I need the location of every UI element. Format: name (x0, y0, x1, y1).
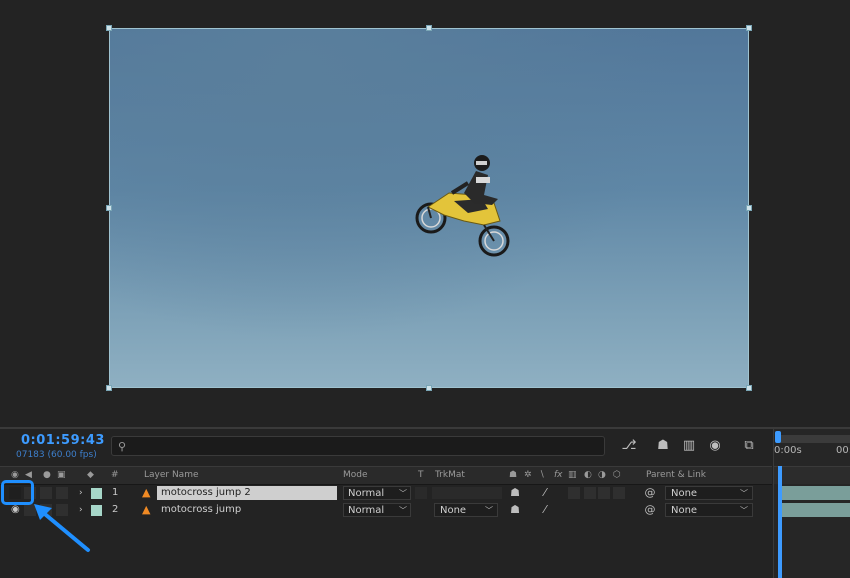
header-parent-link: Parent & Link (646, 470, 706, 480)
vlc-cone-icon: ▲ (142, 503, 151, 516)
lock-switch[interactable] (56, 487, 68, 499)
chevron-down-icon: ﹀ (399, 506, 407, 515)
trkmat-select[interactable]: None ﹀ (434, 503, 498, 517)
chevron-down-icon: ﹀ (740, 489, 748, 498)
parent-value: None (671, 488, 698, 499)
layer-column-header: ◉ ◀ ● ▣ ◆ # Layer Name Mode T TrkMat ☗ ✲… (0, 466, 772, 485)
shy-switch-icon: ☗ (509, 470, 518, 480)
parent-value: None (671, 505, 698, 516)
3d-layer-switch-icon: ⬡ (613, 470, 621, 480)
chevron-down-icon: ﹀ (740, 506, 748, 515)
motocross-rider-image (415, 155, 510, 257)
shy-switch[interactable]: ☗ (508, 485, 522, 501)
header-layer-name[interactable]: Layer Name (144, 470, 199, 480)
graph-editor-icon[interactable]: ⧉ (740, 438, 758, 454)
lock-icon[interactable]: ▣ (57, 470, 66, 480)
3d-switch[interactable] (613, 487, 625, 499)
layer-name[interactable]: motocross jump 2 (157, 486, 337, 500)
shy-switch[interactable]: ☗ (508, 502, 522, 518)
pick-whip-icon[interactable]: @ (643, 485, 657, 501)
ruler-label-next: 00: (836, 445, 850, 456)
blend-mode-select[interactable]: Normal ﹀ (343, 503, 411, 517)
search-input[interactable]: ⚲ (111, 436, 605, 456)
playhead-handle[interactable] (775, 431, 781, 443)
transform-handle-tr[interactable] (746, 25, 752, 31)
quality-switch[interactable]: ⁄ (538, 502, 552, 518)
layer-name[interactable]: motocross jump (157, 503, 337, 517)
quality-switch[interactable]: ⁄ (538, 485, 552, 501)
work-area-bar[interactable] (778, 435, 850, 443)
trkmat-empty (432, 487, 502, 499)
expand-chevron-icon[interactable]: › (79, 485, 83, 501)
frame-count: 07183 (60.00 fps) (16, 450, 97, 460)
header-fx: fx (554, 470, 563, 480)
time-graph-area[interactable]: 0:00s 00: (773, 429, 850, 578)
shy-layers-icon[interactable]: ☗ (654, 438, 672, 454)
solo-dot-icon[interactable]: ● (43, 470, 51, 480)
pick-whip-icon[interactable]: @ (643, 502, 657, 518)
composition-frame[interactable] (109, 28, 749, 388)
ruler-label-start: 0:00s (774, 445, 802, 456)
blend-mode-select[interactable]: Normal ﹀ (343, 486, 411, 500)
transform-handle-bl[interactable] (106, 385, 112, 391)
transform-handle-ml[interactable] (106, 205, 112, 211)
layer-number: 2 (112, 504, 119, 515)
parent-select[interactable]: None ﹀ (665, 486, 753, 500)
blend-mode-value: Normal (348, 505, 385, 516)
transform-handle-bm[interactable] (426, 385, 432, 391)
header-t: T (418, 470, 424, 480)
solo-switch[interactable] (40, 487, 52, 499)
header-number: # (111, 470, 119, 480)
frame-blend-switch[interactable] (584, 487, 596, 499)
speaker-icon[interactable]: ◀ (25, 470, 32, 480)
timeline-panel: 0:01:59:43 07183 (60.00 fps) ⚲ ⎇ ☗ ▥ ◉ ⧉… (0, 429, 850, 578)
search-icon: ⚲ (118, 440, 127, 453)
layer-bar-header (774, 466, 850, 484)
parent-select[interactable]: None ﹀ (665, 503, 753, 517)
motion-blur-icon[interactable]: ◉ (706, 438, 724, 454)
layer-duration-bar[interactable] (782, 503, 850, 517)
layer-duration-bar[interactable] (782, 486, 850, 500)
layer-row[interactable]: ◉ › 2 ▲ motocross jump Normal ﹀ None ﹀ ☗ ⁄… (0, 502, 772, 518)
layer-number: 1 (112, 487, 119, 498)
transform-handle-tm[interactable] (426, 25, 432, 31)
transform-handle-mr[interactable] (746, 205, 752, 211)
composition-viewer[interactable] (0, 0, 850, 427)
arrow-annotation-icon (34, 504, 90, 552)
header-mode: Mode (343, 470, 368, 480)
vlc-cone-icon: ▲ (142, 486, 151, 499)
chevron-down-icon: ﹀ (399, 489, 407, 498)
current-time-indicator[interactable] (778, 466, 782, 578)
layer-row[interactable]: › 1 ▲ motocross jump 2 Normal ﹀ ☗ ⁄ @ Non… (0, 485, 772, 501)
tag-icon[interactable]: ◆ (87, 470, 94, 480)
blend-mode-value: Normal (348, 488, 385, 499)
trkmat-value: None (440, 505, 467, 516)
frame-blending-icon[interactable]: ▥ (680, 438, 698, 454)
frame-blend-switch-icon: ▥ (568, 470, 577, 480)
current-timecode[interactable]: 0:01:59:43 (21, 433, 105, 448)
chevron-down-icon: ﹀ (485, 506, 493, 515)
transform-handle-tl[interactable] (106, 25, 112, 31)
motion-blur-switch-icon: ◐ (584, 470, 592, 480)
comp-flowchart-icon[interactable]: ⎇ (620, 438, 638, 454)
adjustment-switch-icon: ◑ (598, 470, 606, 480)
motion-blur-switch[interactable] (598, 487, 610, 499)
fx-switch[interactable] (568, 487, 580, 499)
preserve-transparency-switch[interactable] (415, 487, 427, 499)
label-color-chip[interactable] (91, 488, 102, 499)
header-trkmat: TrkMat (435, 470, 465, 480)
transform-handle-br[interactable] (746, 385, 752, 391)
eye-icon[interactable]: ◉ (11, 470, 19, 480)
quality-switch-icon: ∖ (539, 470, 545, 480)
collapse-switch-icon: ✲ (524, 470, 532, 480)
